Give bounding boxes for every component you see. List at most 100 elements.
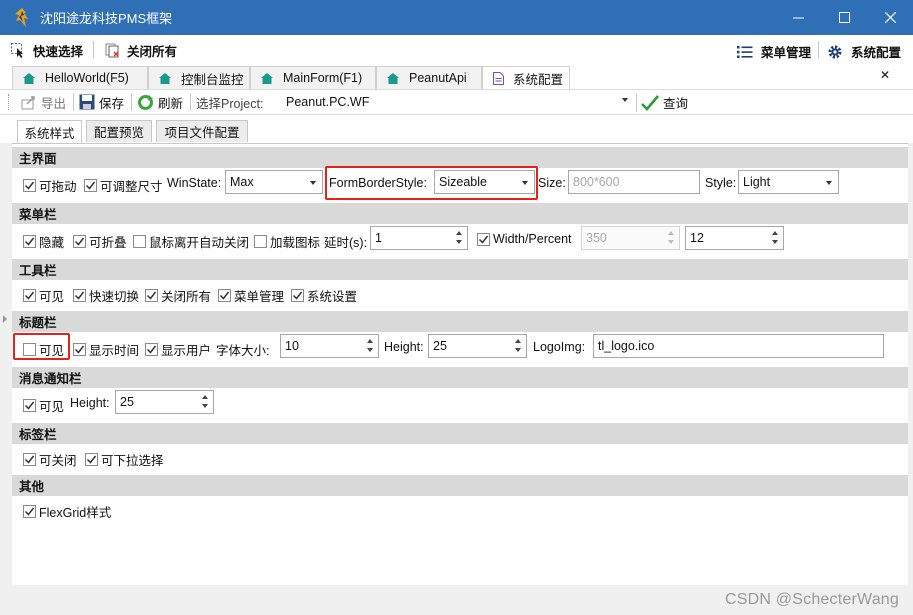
winstate-label: WinState:: [167, 176, 222, 190]
app-logo-icon: [15, 7, 28, 27]
check-icon: [24, 401, 35, 410]
spin-arrows-icon[interactable]: [362, 335, 378, 357]
checkbox-box: [23, 179, 36, 192]
tab-closable-checkbox[interactable]: 可关闭: [23, 450, 77, 469]
logo-img-input[interactable]: tl_logo.ico: [593, 334, 884, 358]
spin-arrows-icon[interactable]: [510, 335, 526, 357]
menu-percent-stepper[interactable]: 12: [685, 226, 784, 250]
tab-mainform[interactable]: MainForm(F1): [250, 66, 376, 89]
menu-hide-checkbox[interactable]: 隐藏: [23, 232, 64, 251]
splitter-grip[interactable]: [3, 315, 7, 323]
minimize-button[interactable]: [775, 0, 821, 35]
size-input[interactable]: 800*600: [568, 170, 700, 194]
check-icon: [24, 507, 35, 516]
subtab-project-file-config[interactable]: 项目文件配置: [156, 120, 248, 142]
notify-height-stepper[interactable]: 25: [115, 390, 214, 414]
close-window-button[interactable]: [867, 0, 913, 35]
divider: [636, 94, 637, 112]
toolbar-settings-row: 可见 快速切换 关闭所有 菜单管理 系统设置: [12, 277, 908, 309]
titlebar-height-value: 25: [433, 339, 447, 353]
query-label: 查询: [663, 97, 689, 111]
close-all-checkbox[interactable]: 关闭所有: [145, 286, 211, 305]
spin-arrows-icon[interactable]: [197, 391, 213, 413]
draggable-checkbox[interactable]: 可拖动: [23, 176, 77, 195]
width-percent-checkbox[interactable]: Width/Percent: [477, 232, 572, 246]
save-icon: [79, 94, 95, 110]
chevron-down-icon: [310, 181, 316, 185]
subtab-system-style[interactable]: 系统样式: [17, 120, 82, 143]
checkbox-label: 可见: [39, 290, 65, 304]
spin-arrows-icon[interactable]: [767, 227, 783, 249]
divider: [818, 41, 819, 59]
watermark-text: CSDN @SchecterWang: [725, 591, 899, 608]
check-icon: [292, 291, 303, 300]
font-size-stepper[interactable]: 10: [280, 334, 379, 358]
home-icon: [261, 72, 273, 84]
sys-settings-checkbox[interactable]: 系统设置: [291, 286, 357, 305]
spin-arrows-icon[interactable]: [451, 227, 467, 249]
size-label: Size:: [538, 176, 566, 190]
subtab-label: 项目文件配置: [164, 126, 240, 140]
menu-collapsible-checkbox[interactable]: 可折叠: [73, 232, 127, 251]
titlebar-height-stepper[interactable]: 25: [428, 334, 527, 358]
tagbar-settings-row: 可关闭 可下拉选择: [12, 441, 908, 473]
tab-system-config[interactable]: 系统配置: [482, 66, 570, 89]
maximize-button[interactable]: [821, 0, 867, 35]
save-button[interactable]: 保存: [79, 93, 124, 112]
font-size-label: 字体大小:: [216, 344, 270, 358]
show-time-checkbox[interactable]: 显示时间: [73, 340, 139, 359]
tab-dropdown-checkbox[interactable]: 可下拉选择: [85, 450, 164, 469]
export-button[interactable]: 导出: [21, 93, 66, 112]
refresh-icon: [138, 94, 154, 110]
checkbox-box: [73, 289, 86, 302]
menu-width-stepper[interactable]: 350: [581, 226, 680, 250]
flexgrid-style-checkbox[interactable]: FlexGrid样式: [23, 502, 111, 521]
delay-stepper[interactable]: 1: [370, 226, 468, 250]
checkbox-box: [133, 235, 146, 248]
theme-style-select[interactable]: Light: [738, 170, 839, 194]
maximize-icon: [838, 12, 850, 23]
winstate-select[interactable]: Max: [225, 170, 323, 194]
close-icon: [884, 12, 896, 23]
menu-load-icon-checkbox[interactable]: 加载图标: [254, 232, 320, 251]
spin-arrows-icon[interactable]: [663, 227, 679, 249]
notify-settings-row: 可见 Height: 25: [12, 387, 908, 419]
show-user-checkbox[interactable]: 显示用户: [145, 340, 211, 359]
window-titlebar: 沈阳途龙科技PMS框架: [0, 0, 913, 35]
notify-visible-checkbox[interactable]: 可见: [23, 396, 64, 415]
subtab-label: 系统样式: [24, 126, 75, 141]
home-icon: [159, 72, 171, 84]
system-settings-button[interactable]: 系统配置: [827, 42, 901, 61]
checkbox-box: [23, 505, 36, 518]
project-select[interactable]: Peanut.PC.WF: [282, 91, 632, 113]
chevron-down-icon: [826, 181, 832, 185]
quick-switch-checkbox[interactable]: 快速切换: [73, 286, 139, 305]
tab-peanutapi[interactable]: PeanutApi: [376, 66, 482, 89]
refresh-button[interactable]: 刷新: [137, 93, 183, 112]
toolbar-visible-checkbox[interactable]: 可见: [23, 286, 64, 305]
tab-console-monitor[interactable]: 控制台监控: [148, 66, 250, 89]
check-icon: [85, 181, 96, 190]
settings-subtabs: 系统样式 配置预览 项目文件配置: [0, 115, 913, 143]
menu-manage-button[interactable]: 菜单管理: [737, 42, 811, 61]
checkbox-box: [23, 453, 36, 466]
query-button[interactable]: 查询: [641, 93, 688, 112]
project-select-value: Peanut.PC.WF: [286, 95, 370, 109]
menu-auto-close-checkbox[interactable]: 鼠标离开自动关闭: [133, 232, 249, 251]
tab-helloworld[interactable]: HelloWorld(F5): [12, 66, 148, 89]
menu-percent-value: 12: [690, 231, 704, 245]
toolbar-grip[interactable]: [8, 94, 11, 110]
titlebar-settings-row: 可见 显示时间 显示用户 字体大小: 10 Height: 25 LogoImg…: [12, 331, 908, 363]
close-all-button[interactable]: 关闭所有: [104, 41, 177, 60]
window-title: 沈阳途龙科技PMS框架: [40, 11, 173, 26]
check-icon: [219, 291, 230, 300]
close-tab-button[interactable]: ✕: [880, 68, 890, 82]
resizable-checkbox[interactable]: 可调整尺寸: [84, 176, 163, 195]
quick-switch-button[interactable]: 快速选择: [10, 41, 83, 60]
checkmark-icon: [641, 94, 659, 111]
menu-manage-checkbox[interactable]: 菜单管理: [218, 286, 284, 305]
list-icon: [737, 45, 753, 58]
checkbox-label: 可见: [39, 400, 65, 414]
subtab-config-preview[interactable]: 配置预览: [86, 120, 152, 142]
close-all-label: 关闭所有: [127, 44, 178, 59]
